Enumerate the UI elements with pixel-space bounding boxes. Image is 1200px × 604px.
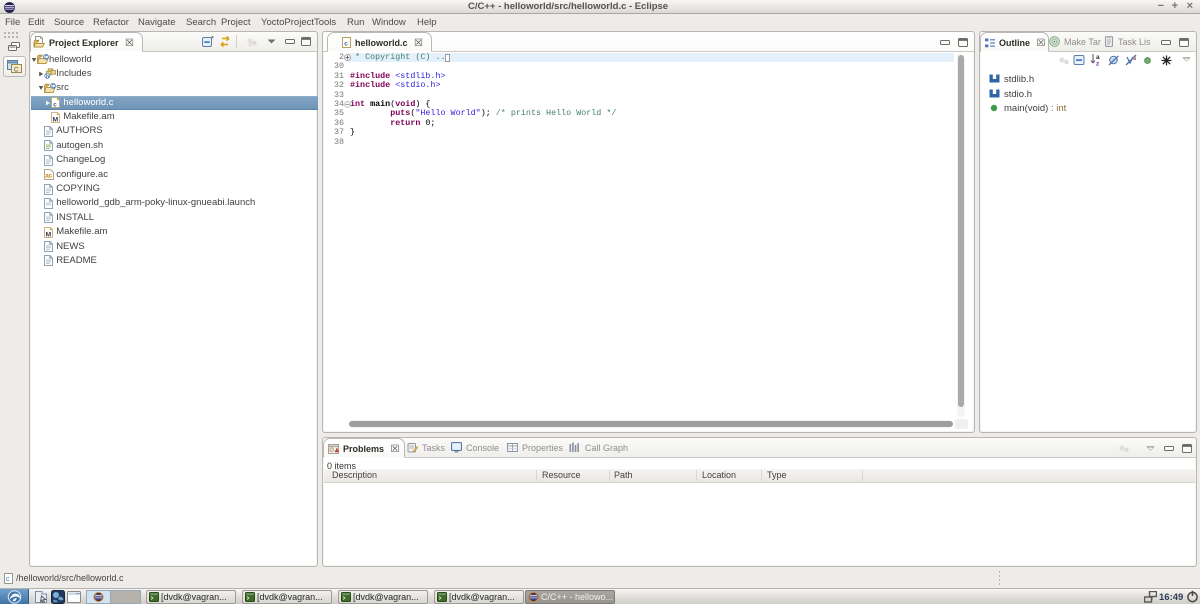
svg-text:C: C: [14, 68, 19, 74]
svg-text:C: C: [52, 84, 56, 90]
svg-text:ac: ac: [45, 173, 53, 180]
svg-text:M: M: [46, 231, 52, 238]
svg-text:M: M: [53, 116, 59, 123]
svg-text:C: C: [44, 55, 48, 61]
svg-text:h: h: [46, 74, 49, 79]
svg-text:c: c: [6, 576, 10, 583]
svg-text:c: c: [344, 41, 348, 48]
svg-text:z: z: [1096, 61, 1100, 67]
svg-text:c: c: [54, 102, 58, 108]
